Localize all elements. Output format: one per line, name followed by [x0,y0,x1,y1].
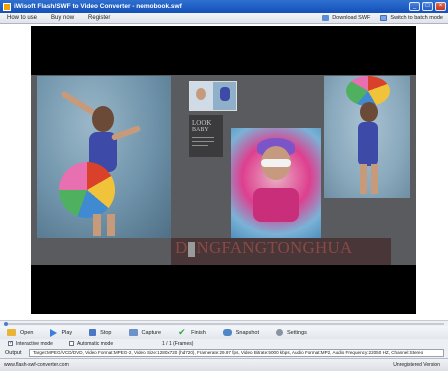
snapshot-button[interactable]: Snapshot [222,329,259,336]
look-title: LOOK [192,119,212,127]
capture-button[interactable]: Capture [128,329,162,336]
output-row: Output Target:MPEG/VCD/DVD, Video Format… [0,348,448,358]
settings-label: Settings [287,329,307,336]
automatic-mode-label: Automatic mode [76,340,114,347]
stop-icon [89,329,97,336]
app-icon [3,2,11,11]
close-button[interactable]: × [435,2,446,11]
photo-thumbnail [189,81,237,111]
menu-how-to-use[interactable]: How to use [0,15,44,21]
title-bar: iWisoft Flash/SWF to Video Converter - n… [0,0,448,13]
look-baby-card: LOOK BABY [189,115,223,157]
play-icon [50,328,58,337]
look-subtitle: BABY [192,127,209,133]
interactive-mode-option[interactable]: Interactive mode [8,340,53,347]
photo-detail [110,125,142,141]
open-button[interactable]: Open [7,329,33,336]
brand-text-right: NGFANGTONGHUA [196,238,353,257]
finish-button[interactable]: ✔ Finish [178,327,206,337]
text-cursor [188,241,196,257]
stop-label: Stop [100,329,112,336]
output-settings-field[interactable]: Target:MPEG/VCD/DVD, Video Format:MPEG-2… [29,349,444,357]
window-title: iWisoft Flash/SWF to Video Converter - n… [14,3,182,10]
swf-frame: LOOK BABY D NGFANGTONGHUA [31,75,416,265]
checkmark-icon: ✔ [178,327,186,337]
swf-preview-stage[interactable]: LOOK BABY D NGFANGTONGHUA [31,26,416,314]
open-label: Open [20,329,34,336]
brand-text-left: D [175,238,188,257]
registration-status: Unregistered Version [393,362,440,368]
seek-track[interactable] [4,323,444,325]
photo-detail [358,122,378,166]
text-line [192,137,214,138]
photo-detail [92,106,114,132]
automatic-mode-checkbox[interactable] [68,341,74,346]
stop-button[interactable]: Stop [89,329,112,336]
photo-detail [261,159,291,167]
finish-label: Finish [191,329,206,336]
switch-batch-mode-label: Switch to batch mode [390,15,443,21]
interactive-mode-checkbox[interactable] [8,340,13,346]
photo-detail [93,214,101,236]
status-bar: www.flash-swf-converter.com Unregistered… [0,358,448,371]
capture-label: Capture [141,329,162,336]
batch-mode-icon [380,15,388,21]
folder-open-icon [7,329,16,336]
photo-detail [360,164,367,194]
beach-ball-graphic [59,162,115,218]
play-button[interactable]: Play [50,328,73,337]
camera-icon [222,329,232,336]
interactive-mode-label: Interactive mode [16,340,53,347]
menu-register[interactable]: Register [81,15,117,21]
text-line [192,141,214,142]
settings-button[interactable]: Settings [276,329,307,336]
text-line [192,145,208,146]
photo-girl-swim-ring [231,128,321,238]
website-link[interactable]: www.flash-swf-converter.com [4,362,393,368]
download-swf-label: Download SWF [332,15,371,21]
frame-counter: 1 / 1 (Frames) [162,340,194,347]
download-swf-button[interactable]: Download SWF [317,15,375,21]
photo-girl-with-ball [37,76,171,238]
photo-girl-ball-overhead [324,76,410,198]
mode-options: Interactive mode Automatic mode 1 / 1 (F… [0,339,448,348]
switch-batch-mode-button[interactable]: Switch to batch mode [375,15,448,21]
automatic-mode-option[interactable]: Automatic mode [68,340,114,347]
photo-detail [107,214,115,236]
preview-area: LOOK BABY D NGFANGTONGHUA [0,24,448,320]
output-label: Output [5,350,22,356]
capture-icon [128,329,138,336]
photo-detail [253,188,299,222]
menu-buy-now[interactable]: Buy now [44,15,81,21]
play-label: Play [61,329,73,336]
photo-detail [360,102,378,122]
gear-icon [276,329,283,336]
control-toolbar: Open Play Stop Capture ✔ Finish Snapshot… [0,326,448,339]
brand-banner: D NGFANGTONGHUA [171,238,391,265]
menu-bar: How to use Buy now Register Download SWF… [0,13,448,24]
maximize-button[interactable]: □ [422,2,433,11]
minimize-button[interactable]: _ [409,2,420,11]
photo-detail [371,164,378,194]
snapshot-label: Snapshot [235,329,259,336]
photo-detail [60,90,96,116]
download-icon [322,15,330,21]
